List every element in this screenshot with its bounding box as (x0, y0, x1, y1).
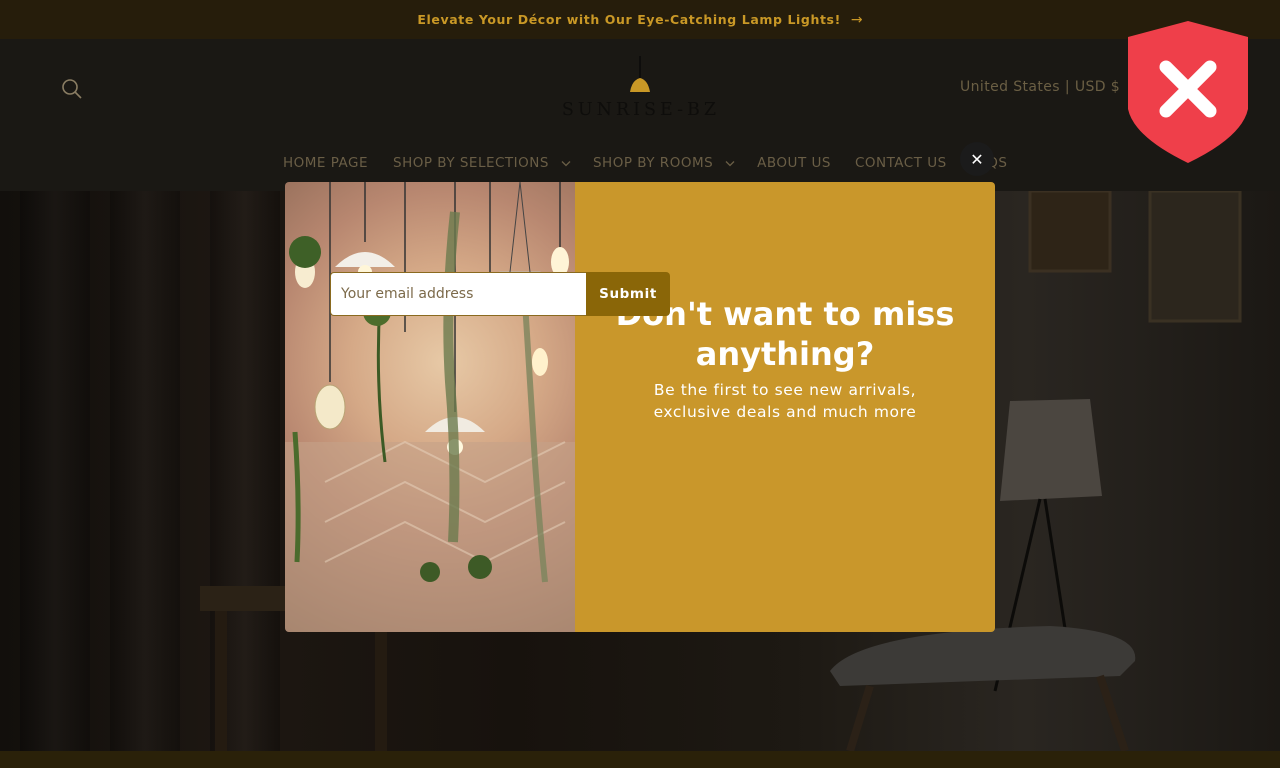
newsletter-popup: Don't want to miss anything? Be the firs… (285, 182, 995, 632)
close-icon: ✕ (970, 149, 984, 169)
popup-heading-line: anything? (695, 335, 875, 373)
popup-subtitle-line: Be the first to see new arrivals, (653, 381, 917, 399)
shield-close-icon (1128, 21, 1248, 163)
popup-subtitle-line: exclusive deals and much more (653, 403, 917, 421)
shield-close-badge[interactable] (1126, 19, 1250, 165)
popup-subtitle: Be the first to see new arrivals, exclus… (575, 379, 995, 423)
popup-content-panel: Don't want to miss anything? Be the firs… (575, 182, 995, 632)
submit-button[interactable]: Submit (586, 272, 670, 316)
hanging-plants-lamps-image (285, 182, 575, 632)
hanging-lamps-plants-illustration (285, 182, 575, 632)
close-popup-button[interactable]: ✕ (960, 142, 994, 176)
email-field[interactable] (330, 272, 586, 316)
